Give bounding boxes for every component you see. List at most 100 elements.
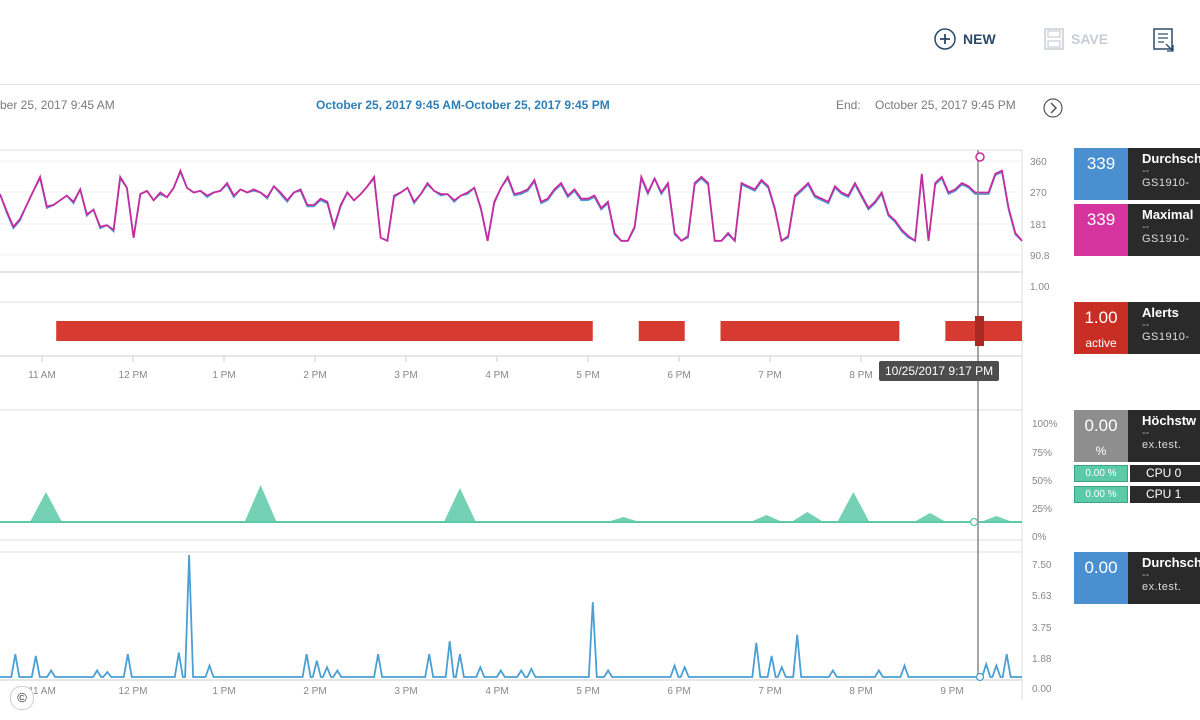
- cpu-peak: [980, 516, 1013, 522]
- io-y-tick: 3.75: [1032, 623, 1052, 634]
- cursor-marker-cpu: [969, 517, 979, 527]
- metric-y-tick: 360: [1030, 157, 1047, 168]
- cpu1-badge: 0.00 %: [1074, 486, 1128, 503]
- cursor-marker-io: [975, 672, 985, 682]
- cpu0-row[interactable]: 0.00 % CPU 0: [1074, 465, 1200, 482]
- timeline-tick-label: 1 PM: [212, 370, 235, 381]
- io-x-tick: 9 PM: [940, 686, 963, 697]
- io-x-tick: 2 PM: [303, 686, 326, 697]
- max-value: 339: [1074, 204, 1128, 256]
- avg-dash: --: [1142, 165, 1150, 177]
- avg-info: Durchschn -- GS1910-: [1128, 148, 1200, 200]
- io-x-tick: 8 PM: [849, 686, 872, 697]
- avg-value: 339: [1074, 148, 1128, 200]
- io-y-tick: 0.00: [1032, 684, 1052, 695]
- cursor-tooltip: 10/25/2017 9:17 PM: [879, 361, 1000, 381]
- copyright-badge: ©: [10, 686, 34, 710]
- cpu-panel[interactable]: 0.00 % Höchstw -- ex.test.: [1074, 410, 1200, 462]
- cpu-y-tick: 50%: [1032, 476, 1052, 487]
- cpu-peak: [244, 485, 277, 522]
- timeline-tick-label: 3 PM: [394, 370, 417, 381]
- cpu-y-tick: 75%: [1032, 448, 1052, 459]
- cpu-y-tick: 0%: [1032, 532, 1047, 543]
- alerts-source: GS1910-: [1142, 331, 1190, 343]
- alerts-value-box: 1.00 active: [1074, 302, 1128, 354]
- io-x-tick: 7 PM: [758, 686, 781, 697]
- cpu-y-tick: 100%: [1032, 419, 1058, 430]
- io-x-tick: 1 PM: [212, 686, 235, 697]
- max-series-line: [0, 168, 1023, 243]
- timeline-tick-label: 12 PM: [119, 370, 148, 381]
- export-icon: [1153, 28, 1174, 52]
- cpu-source: ex.test.: [1142, 439, 1182, 451]
- cpu-peak: [791, 512, 824, 522]
- max-title: Maximal: [1142, 207, 1194, 222]
- max-dash: --: [1142, 221, 1150, 233]
- avg-series-line: [0, 170, 1023, 243]
- io-y-tick: 1.88: [1032, 654, 1052, 665]
- cpu-chart: 100% 75% 50% 25% 0%: [0, 409, 1058, 543]
- alert-bars: 1.00: [0, 282, 1050, 357]
- cpu-peak: [607, 517, 640, 522]
- cpu-unit: %: [1095, 444, 1107, 458]
- alert-bar: [56, 321, 593, 341]
- timeline-tick-label: 8 PM: [849, 370, 872, 381]
- metric-y-tick: 270: [1030, 188, 1047, 199]
- alerts-sub: active: [1085, 336, 1117, 350]
- io-x-tick: 4 PM: [485, 686, 508, 697]
- timeline-tick-label: 6 PM: [667, 370, 690, 381]
- max-panel[interactable]: 339 Maximal -- GS1910-: [1074, 204, 1200, 256]
- io-value: 0.00: [1074, 552, 1128, 604]
- alerts-panel[interactable]: 1.00 active Alerts -- GS1910-: [1074, 302, 1200, 354]
- metric-y-tick: 90.8: [1030, 251, 1050, 262]
- avg-panel[interactable]: 339 Durchschn -- GS1910-: [1074, 148, 1200, 200]
- cpu-peak: [837, 492, 870, 522]
- avg-source: GS1910-: [1142, 177, 1190, 189]
- io-y-tick: 5.63: [1032, 591, 1052, 602]
- export-button[interactable]: [1153, 28, 1175, 52]
- cpu1-label: CPU 1: [1130, 486, 1200, 503]
- io-x-tick: 12 PM: [119, 686, 148, 697]
- io-y-tick: 7.50: [1032, 560, 1052, 571]
- cpu0-badge: 0.00 %: [1074, 465, 1128, 482]
- max-source: GS1910-: [1142, 233, 1190, 245]
- cpu-peak: [914, 513, 947, 522]
- alert-bar: [720, 321, 900, 341]
- timeline-axis: 11 AM 12 PM 1 PM 2 PM 3 PM 4 PM 5 PM 6 PM 7 PM 8 …: [28, 356, 873, 381]
- alerts-value: 1.00: [1084, 308, 1118, 327]
- cpu-value: 0.00: [1084, 416, 1118, 435]
- timeline-tick-label: 5 PM: [576, 370, 599, 381]
- cpu-peak: [443, 488, 476, 522]
- cpu-peak: [29, 492, 62, 522]
- timeline-tick-label: 2 PM: [303, 370, 326, 381]
- cpu-peak: [750, 515, 783, 522]
- io-series-line: [0, 554, 1022, 678]
- alerts-title: Alerts: [1142, 305, 1179, 320]
- timeline-tick-label: 4 PM: [485, 370, 508, 381]
- io-source: ex.test.: [1142, 581, 1182, 593]
- cursor-marker-top: [975, 152, 985, 162]
- cpu-value-box: 0.00 %: [1074, 410, 1128, 462]
- io-title: Durchsch: [1142, 555, 1200, 570]
- cpu-y-tick: 25%: [1032, 504, 1052, 515]
- io-x-tick: 3 PM: [394, 686, 417, 697]
- alerts-dash: --: [1142, 319, 1150, 331]
- alerts-info: Alerts -- GS1910-: [1128, 302, 1200, 354]
- io-dash: --: [1142, 569, 1150, 581]
- cpu0-label: CPU 0: [1130, 465, 1200, 482]
- io-panel[interactable]: 0.00 Durchsch -- ex.test.: [1074, 552, 1200, 604]
- io-x-tick: 5 PM: [576, 686, 599, 697]
- timeline-tick-label: 11 AM: [28, 370, 56, 381]
- metric-chart: 360 270 181 90.8: [0, 149, 1050, 700]
- io-chart: 7.505.633.751.880.0011 AM 12 PM 1 PM 2 PM 3 …: [0, 551, 1052, 697]
- alerts-y-tick: 1.00: [1030, 282, 1050, 293]
- metric-lines: [0, 168, 1023, 243]
- timeline-tick-label: 7 PM: [758, 370, 781, 381]
- io-x-tick: 6 PM: [667, 686, 690, 697]
- metric-y-tick: 181: [1030, 220, 1047, 231]
- cpu1-row[interactable]: 0.00 % CPU 1: [1074, 486, 1200, 503]
- max-info: Maximal -- GS1910-: [1128, 204, 1200, 256]
- avg-title: Durchschn: [1142, 151, 1200, 166]
- alert-bar: [638, 321, 685, 341]
- charts-svg: 360 270 181 90.8 1.00 11 AM 12 PM 1 PM 2 PM 3 P…: [0, 149, 1058, 700]
